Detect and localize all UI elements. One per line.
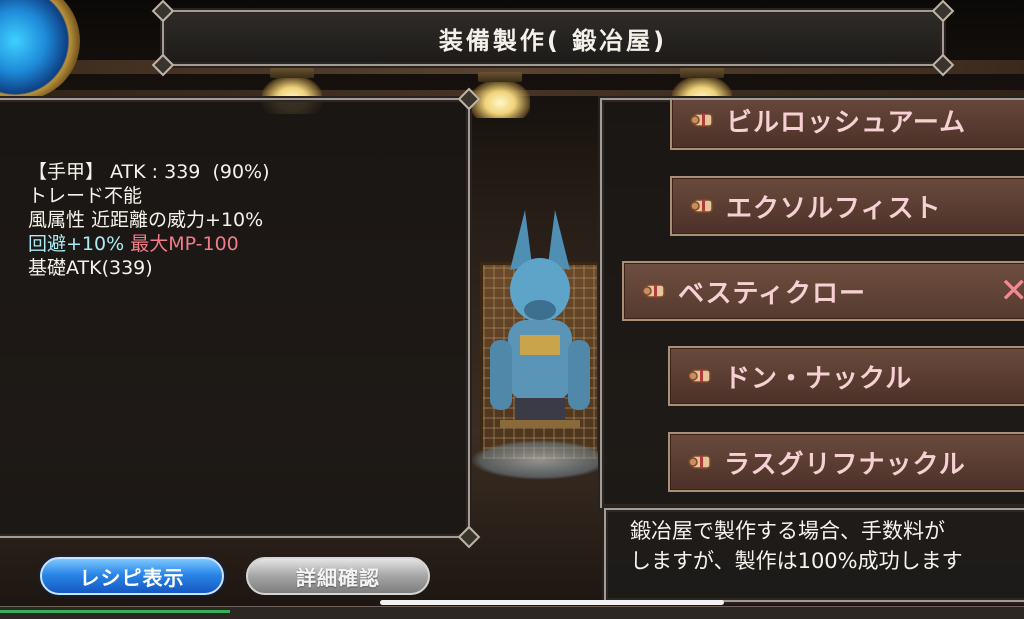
item-detail-panel: 【手甲】 ATK : 339 (90%) トレード不能 風属性 近距離の威力+1…	[0, 87, 481, 549]
recipe-item[interactable]: ドン・ナックル	[668, 346, 1024, 406]
item-type-atk: 【手甲】 ATK : 339 (90%)	[28, 161, 270, 183]
progress-line	[0, 610, 230, 613]
recipe-label: ベスティクロー	[678, 278, 866, 309]
detail-check-button[interactable]: 詳細確認	[246, 557, 430, 595]
max-mp-penalty: 最大MP-100	[130, 233, 239, 255]
title-bar: 装備製作( 鍛冶屋)	[151, 0, 955, 77]
item-base-atk: 基礎ATK(339)	[28, 257, 153, 279]
page-title: 装備製作( 鍛冶屋)	[438, 26, 668, 55]
recipe-label: ドン・ナックル	[724, 363, 913, 394]
recipe-item[interactable]: ラスグリフナックル	[668, 432, 1024, 492]
evasion-bonus: 回避+10%	[28, 233, 125, 255]
scroll-icon	[642, 280, 668, 302]
recipe-item[interactable]: エクソルフィスト	[670, 176, 1024, 236]
item-stat-modifiers: 回避+10% 最大MP-100	[28, 232, 468, 256]
scroll-icon	[688, 451, 714, 473]
item-element-bonus: 風属性 近距離の威力+10%	[28, 209, 264, 231]
recipe-label: エクソルフィスト	[726, 193, 942, 224]
blacksmith-character	[490, 210, 590, 428]
recipe-item-selected[interactable]: ベスティクロー ✕	[622, 261, 1024, 321]
close-icon[interactable]: ✕	[1000, 274, 1024, 308]
scroll-icon	[688, 365, 714, 387]
info-message-panel: 鍛冶屋で製作する場合、手数料が しますが、製作は100%成功します	[604, 508, 1024, 602]
item-trade-status: トレード不能	[28, 185, 143, 207]
recipe-item[interactable]: ビルロッシュアーム	[670, 100, 1024, 150]
info-line: しますが、製作は100%成功します	[630, 549, 963, 573]
show-recipe-button[interactable]: レシピ表示	[40, 557, 224, 595]
home-indicator[interactable]	[380, 600, 724, 605]
recipe-label: ラスグリフナックル	[724, 449, 966, 480]
info-line: 鍛冶屋で製作する場合、手数料が	[630, 519, 945, 543]
recipe-label: ビルロッシュアーム	[726, 107, 967, 138]
scroll-icon	[690, 195, 716, 217]
scroll-icon	[690, 109, 716, 131]
